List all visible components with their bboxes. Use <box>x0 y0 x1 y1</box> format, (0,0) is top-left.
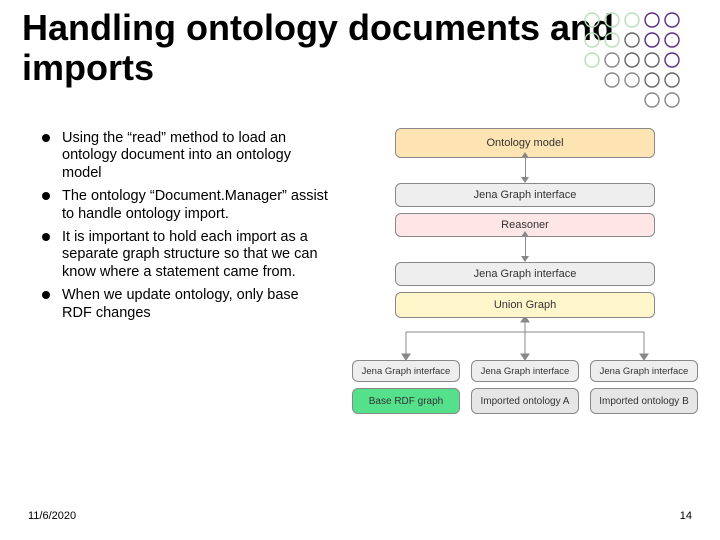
bullet-text: The ontology “Document.Manager” assist t… <box>62 188 328 221</box>
bullet-text: Using the “read” method to load an ontol… <box>62 130 291 181</box>
bullet-text: When we update ontology, only base RDF c… <box>62 287 299 320</box>
bullet-text: It is important to hold each import as a… <box>62 229 318 280</box>
box-label: Jena Graph interface <box>362 366 451 377</box>
slide: Handling ontology documents and imports <box>0 0 720 540</box>
box-jena-graph-interface: Jena Graph interface <box>395 262 655 286</box>
bullet-item: Using the “read” method to load an ontol… <box>40 130 330 182</box>
box-union-graph: Union Graph <box>395 292 655 318</box>
box-label: Imported ontology B <box>599 396 689 407</box>
box-imported-ontology-a: Imported ontology A <box>471 388 579 414</box>
corner-dot-decoration-icon <box>578 6 698 111</box>
box-label: Ontology model <box>486 137 563 149</box>
box-jena-graph-interface: Jena Graph interface <box>395 183 655 207</box>
box-label: Jena Graph interface <box>474 268 577 280</box>
box-label: Base RDF graph <box>369 396 443 407</box>
bullet-item: It is important to hold each import as a… <box>40 229 330 281</box>
architecture-diagram: Ontology model Jena Graph interface Reas… <box>350 128 700 468</box>
slide-title: Handling ontology documents and imports <box>22 8 622 87</box>
bullet-list: Using the “read” method to load an ontol… <box>40 130 330 328</box>
footer-page-number: 14 <box>680 510 692 522</box>
box-label: Reasoner <box>501 219 549 231</box>
box-label: Union Graph <box>494 299 556 311</box>
box-jena-graph-interface: Jena Graph interface <box>471 360 579 382</box>
box-label: Imported ontology A <box>481 396 570 407</box>
box-base-rdf-graph: Base RDF graph <box>352 388 460 414</box>
box-label: Jena Graph interface <box>481 366 570 377</box>
box-jena-graph-interface: Jena Graph interface <box>352 360 460 382</box>
box-jena-graph-interface: Jena Graph interface <box>590 360 698 382</box>
bullet-item: When we update ontology, only base RDF c… <box>40 287 330 322</box>
footer-date: 11/6/2020 <box>28 510 76 522</box>
box-label: Jena Graph interface <box>600 366 689 377</box>
bullet-item: The ontology “Document.Manager” assist t… <box>40 188 330 223</box>
box-imported-ontology-b: Imported ontology B <box>590 388 698 414</box>
box-label: Jena Graph interface <box>474 189 577 201</box>
